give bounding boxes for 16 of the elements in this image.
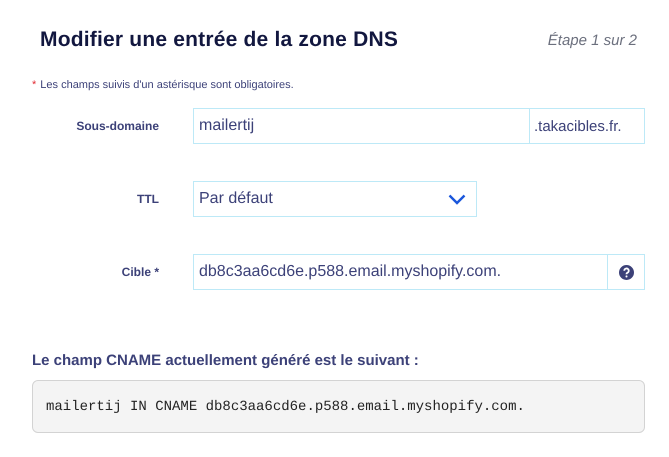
asterisk: * bbox=[32, 79, 36, 91]
chevron-down-icon bbox=[448, 194, 466, 204]
help-button[interactable] bbox=[608, 254, 645, 290]
input-field[interactable]: mailertij bbox=[193, 108, 530, 144]
select-field[interactable]: Par défaut bbox=[193, 181, 477, 217]
field-label: Sous-domaine bbox=[75, 119, 159, 133]
field-label: TTL bbox=[136, 192, 159, 206]
required-note: Les champs suivis d'un astérisque sont obligatoires. bbox=[40, 79, 294, 91]
step-indicator: Étape 1 sur 2 bbox=[548, 32, 637, 48]
domain-suffix: .takacibles.fr. bbox=[530, 108, 645, 144]
field-label: Cible * bbox=[120, 265, 159, 279]
section-heading: Le champ CNAME actuellement généré est le suivant : bbox=[32, 352, 420, 369]
input-field[interactable]: db8c3aa6cd6e.p588.email.myshopify.com. bbox=[193, 254, 608, 290]
help-icon bbox=[618, 264, 634, 280]
page-title: Modifier une entrée de la zone DNS bbox=[40, 28, 398, 52]
code-block: mailertij IN CNAME db8c3aa6cd6e.p588.email.myshopify.com. bbox=[32, 380, 645, 433]
